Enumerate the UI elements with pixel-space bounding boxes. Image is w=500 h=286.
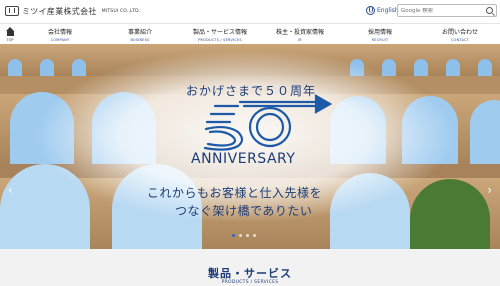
slider-dot[interactable] — [253, 234, 256, 237]
search-icon[interactable] — [486, 7, 493, 14]
nav-item-label: 採用情報 — [367, 29, 392, 36]
main-nav: TOP 会社情報 COMPANY 事業紹介 BUSINESS 製品・サービス情報… — [0, 23, 500, 45]
section-title: 製品・サービス — [208, 267, 292, 280]
nav-item-sublabel: COMPANY — [50, 38, 70, 42]
hero-anniversary: ANNIVERSARY — [191, 151, 296, 167]
slider-dot[interactable] — [232, 234, 235, 237]
nav-item-recruit[interactable]: 採用情報 RECRUIT — [340, 24, 420, 45]
top-bar: ミツイ産業株式会社 MITSUI CO.,LTD. English — [0, 0, 500, 22]
logo-text-en: MITSUI CO.,LTD. — [101, 8, 141, 14]
home-icon — [5, 26, 14, 36]
nav-item-sublabel: RECRUIT — [371, 38, 389, 42]
nav-item-label: 製品・サービス情報 — [192, 29, 247, 36]
english-link[interactable]: English — [366, 6, 399, 15]
nav-item-company[interactable]: 会社情報 COMPANY — [20, 24, 100, 45]
nav-home-label: TOP — [6, 37, 14, 42]
logo-mark-icon — [5, 6, 19, 16]
logo-text-jp: ミツイ産業株式会社 — [22, 6, 97, 16]
english-link-label: English — [377, 7, 399, 14]
products-section: 製品・サービス PRODUCTS / SERVICES — [0, 249, 500, 286]
nav-item-label: お問い合わせ — [441, 29, 478, 36]
hero-slider: ‹ › おかげさまで５０周年 ANNIVERSARY これからもお客様と仕入先様… — [0, 44, 500, 249]
section-subtitle: PRODUCTS / SERVICES — [221, 280, 279, 285]
nav-item-sublabel: IR — [298, 38, 302, 42]
nav-item-label: 株主・投資家情報 — [275, 29, 324, 36]
hero-message-line2: つなぐ架け橋でありたい — [175, 204, 313, 218]
nav-item-products[interactable]: 製品・サービス情報 PRODUCTS / SERVICES — [180, 24, 260, 45]
nav-item-label: 事業紹介 — [127, 29, 152, 36]
nav-home[interactable]: TOP — [0, 24, 20, 45]
nav-item-label: 会社情報 — [47, 29, 72, 36]
search-input[interactable] — [401, 7, 475, 14]
slider-dot[interactable] — [246, 234, 249, 237]
next-slide-arrow-icon[interactable]: › — [487, 184, 492, 196]
hero-message-line1: これからもお客様と仕入先様を — [147, 186, 323, 200]
nav-item-ir[interactable]: 株主・投資家情報 IR — [260, 24, 340, 45]
nav-item-contact[interactable]: お問い合わせ CONTACT — [420, 24, 500, 45]
nav-item-sublabel: CONTACT — [451, 38, 469, 42]
globe-icon — [366, 6, 375, 15]
nav-item-business[interactable]: 事業紹介 BUSINESS — [100, 24, 180, 45]
search-box — [397, 4, 497, 17]
nav-item-sublabel: PRODUCTS / SERVICES — [198, 38, 242, 42]
company-logo[interactable]: ミツイ産業株式会社 MITSUI CO.,LTD. — [5, 6, 140, 16]
slider-dot[interactable] — [239, 234, 242, 237]
slider-pagination — [232, 234, 256, 237]
prev-slide-arrow-icon[interactable]: ‹ — [8, 184, 13, 196]
nav-item-sublabel: BUSINESS — [130, 38, 150, 42]
hero-tagline: おかげさまで５０周年 — [186, 84, 317, 98]
